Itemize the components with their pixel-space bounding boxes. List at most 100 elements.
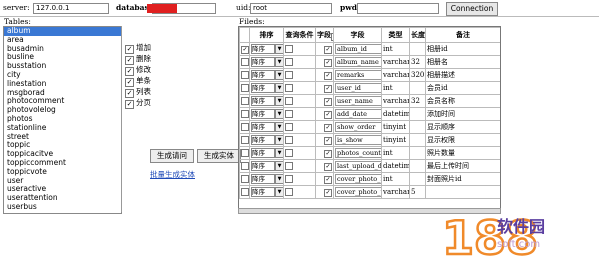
sort-select[interactable]: 降序 [251, 161, 275, 171]
tables-listbox[interactable]: album area busadmin busline busstation c… [3, 26, 122, 214]
checkbox-icon[interactable] [285, 83, 293, 92]
checkbox-icon[interactable] [285, 135, 293, 144]
database-input[interactable] [147, 3, 216, 14]
uid-input[interactable]: root [250, 3, 332, 14]
chevron-down-icon[interactable]: ▼ [275, 109, 283, 119]
checkbox-checked-icon[interactable] [324, 85, 332, 93]
remark-input[interactable]: 显示顺序 [427, 123, 455, 131]
checkbox-icon[interactable] [241, 161, 249, 170]
checkbox-icon[interactable] [285, 109, 293, 118]
field-name-input[interactable]: show_order [335, 122, 381, 132]
checkbox-checked-icon[interactable]: ✓ [125, 78, 134, 87]
chevron-down-icon[interactable]: ▼ [275, 83, 283, 93]
op-list[interactable]: ✓ 列表 [125, 87, 151, 98]
checkbox-checked-icon[interactable]: ✓ [125, 89, 134, 98]
checkbox-checked-icon[interactable] [241, 46, 249, 54]
sort-select[interactable]: 降序 [251, 135, 275, 145]
sort-select[interactable]: 降序 [251, 44, 275, 54]
server-input[interactable]: 127.0.0.1 [33, 3, 109, 14]
sort-select[interactable]: 降序 [251, 70, 275, 80]
op-paging[interactable]: ✓ 分页 [125, 98, 151, 109]
field-name-input[interactable]: album_name [335, 57, 381, 67]
field-name-input[interactable]: is_show [335, 135, 381, 145]
chevron-down-icon[interactable]: ▼ [275, 57, 283, 67]
checkbox-icon[interactable] [241, 57, 249, 66]
checkbox-checked-icon[interactable] [324, 46, 332, 54]
checkbox-checked-icon[interactable]: ✓ [125, 67, 134, 76]
pwd-input[interactable] [357, 3, 439, 14]
op-delete[interactable]: ✓ 删除 [125, 54, 151, 65]
sort-select[interactable]: 降序 [251, 83, 275, 93]
sort-select[interactable]: 降序 [251, 109, 275, 119]
sort-select[interactable]: 降序 [251, 57, 275, 67]
remark-input[interactable]: 会员id [427, 84, 448, 92]
batch-generate-link[interactable]: 批量生成实体 [150, 169, 195, 180]
field-name-input[interactable]: remarks [335, 70, 381, 80]
op-single[interactable]: ✓ 单条 [125, 76, 151, 87]
checkbox-icon[interactable] [241, 174, 249, 183]
sort-select[interactable]: 降序 [251, 187, 275, 197]
field-name-input[interactable]: last_upload_date [335, 161, 381, 171]
checkbox-icon[interactable] [285, 96, 293, 105]
checkbox-checked-icon[interactable] [324, 111, 332, 119]
sort-select[interactable]: 降序 [251, 148, 275, 158]
checkbox-checked-icon[interactable] [324, 189, 332, 197]
checkbox-checked-icon[interactable] [324, 163, 332, 171]
checkbox-icon[interactable] [241, 148, 249, 157]
chevron-down-icon[interactable]: ▼ [275, 135, 283, 145]
op-add[interactable]: ✓ 增加 [125, 43, 151, 54]
field-name-input[interactable]: add_date [335, 109, 381, 119]
checkbox-checked-icon[interactable]: ✓ [125, 45, 134, 54]
remark-input[interactable]: 会员名称 [427, 97, 455, 105]
checkbox-icon[interactable] [285, 148, 293, 157]
checkbox-checked-icon[interactable]: ✓ [125, 100, 134, 109]
field-name-input[interactable]: user_name [335, 96, 381, 106]
chevron-down-icon[interactable]: ▼ [275, 96, 283, 106]
remark-input[interactable]: 添加时间 [427, 110, 455, 118]
checkbox-icon[interactable] [241, 122, 249, 131]
checkbox-icon[interactable] [285, 187, 293, 196]
chevron-down-icon[interactable]: ▼ [275, 187, 283, 197]
field-name-input[interactable]: cover_photo_url [335, 187, 381, 197]
chevron-down-icon[interactable]: ▼ [275, 122, 283, 132]
remark-input[interactable]: 相册描述 [427, 71, 455, 79]
checkbox-icon[interactable] [241, 96, 249, 105]
checkbox-checked-icon[interactable] [324, 98, 332, 106]
connection-button[interactable]: Connection [446, 2, 498, 16]
chevron-down-icon[interactable]: ▼ [275, 174, 283, 184]
checkbox-icon[interactable] [285, 57, 293, 66]
op-edit[interactable]: ✓ 修改 [125, 65, 151, 76]
checkbox-icon[interactable] [285, 70, 293, 79]
field-name-input[interactable]: user_id [335, 83, 381, 93]
checkbox-icon[interactable] [241, 187, 249, 196]
remark-input[interactable]: 最后上传时间 [427, 162, 469, 170]
checkbox-checked-icon[interactable] [324, 150, 332, 158]
remark-input[interactable]: 相册id [427, 45, 448, 53]
remark-input[interactable]: 封面照片id [427, 175, 462, 183]
checkbox-icon[interactable] [285, 122, 293, 131]
chevron-down-icon[interactable]: ▼ [275, 70, 283, 80]
table-list-item[interactable]: busstation [4, 61, 121, 71]
checkbox-icon[interactable] [285, 161, 293, 170]
checkbox-icon[interactable] [241, 83, 249, 92]
checkbox-checked-icon[interactable] [324, 176, 332, 184]
remark-input[interactable]: 显示权限 [427, 136, 455, 144]
checkbox-icon[interactable] [241, 109, 249, 118]
generate-entity-button[interactable]: 生成实体 [197, 149, 241, 163]
checkbox-checked-icon[interactable] [324, 124, 332, 132]
table-list-item[interactable]: userbus [4, 202, 121, 212]
checkbox-checked-icon[interactable]: ✓ [125, 56, 134, 65]
chevron-down-icon[interactable]: ▼ [275, 161, 283, 171]
checkbox-icon[interactable] [285, 174, 293, 183]
sort-select[interactable]: 降序 [251, 96, 275, 106]
checkbox-checked-icon[interactable] [324, 72, 332, 80]
remark-input[interactable]: 照片数量 [427, 149, 455, 157]
checkbox-icon[interactable] [241, 135, 249, 144]
checkbox-checked-icon[interactable] [324, 137, 332, 145]
field-name-input[interactable]: album_id [335, 44, 381, 54]
checkbox-icon[interactable] [285, 44, 293, 53]
chevron-down-icon[interactable]: ▼ [275, 44, 283, 54]
checkbox-icon[interactable] [241, 70, 249, 79]
sort-select[interactable]: 降序 [251, 174, 275, 184]
generate-query-button[interactable]: 生成请问 [150, 149, 194, 163]
